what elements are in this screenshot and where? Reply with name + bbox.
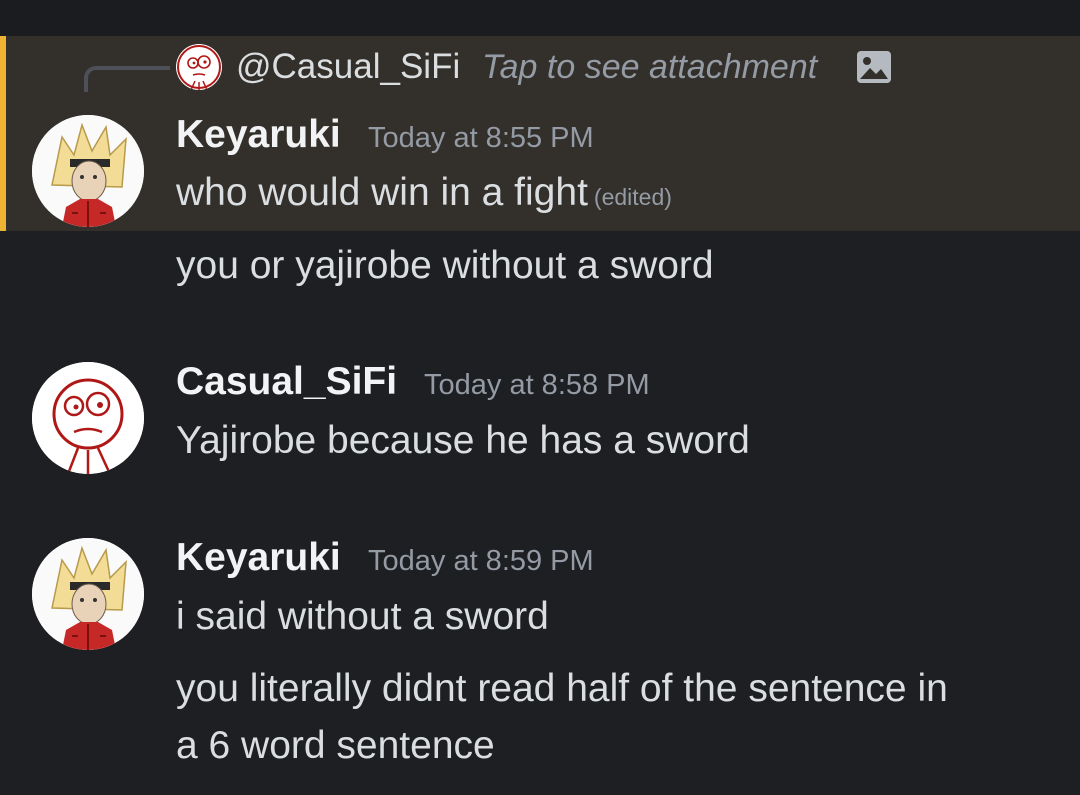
casual-sifi-avatar-icon [32, 362, 144, 474]
reply-spine [84, 66, 170, 92]
username-keyaruki-1[interactable]: Keyaruki [176, 110, 341, 160]
timestamp-2: Today at 8:58 PM [424, 369, 650, 401]
reply-attachment-text[interactable]: Tap to see attachment [482, 44, 817, 90]
message-line: a 6 word sentence [176, 724, 495, 767]
message-line: you literally didnt read half of the sen… [176, 667, 948, 710]
message-line: Yajirobe because he has a sword [176, 419, 750, 462]
timestamp-3: Today at 8:59 PM [368, 545, 594, 577]
message-text: who would win in a fight [176, 171, 588, 214]
top-bar [0, 0, 1080, 36]
username-keyaruki-2[interactable]: Keyaruki [176, 533, 341, 583]
keyaruki-avatar-icon [32, 115, 144, 227]
message-line: who would win in a fight (edited) [176, 166, 672, 224]
avatar-keyaruki[interactable] [32, 538, 144, 650]
casual-sifi-face-icon [177, 45, 221, 90]
edited-label: (edited) [593, 184, 672, 210]
reply-avatar[interactable] [176, 44, 222, 90]
keyaruki-avatar-icon [32, 538, 144, 650]
message-line: you or yajirobe without a sword [176, 244, 714, 287]
reply-mention[interactable]: @Casual_SiFi [236, 44, 460, 90]
mention-indicator-bar [0, 36, 6, 231]
timestamp-1: Today at 8:55 PM [368, 122, 594, 154]
image-icon[interactable] [856, 50, 892, 84]
message-line: i said without a sword [176, 595, 549, 638]
username-casual-sifi[interactable]: Casual_SiFi [176, 357, 397, 407]
avatar-casual-sifi[interactable] [32, 362, 144, 474]
avatar-keyaruki[interactable] [32, 115, 144, 227]
